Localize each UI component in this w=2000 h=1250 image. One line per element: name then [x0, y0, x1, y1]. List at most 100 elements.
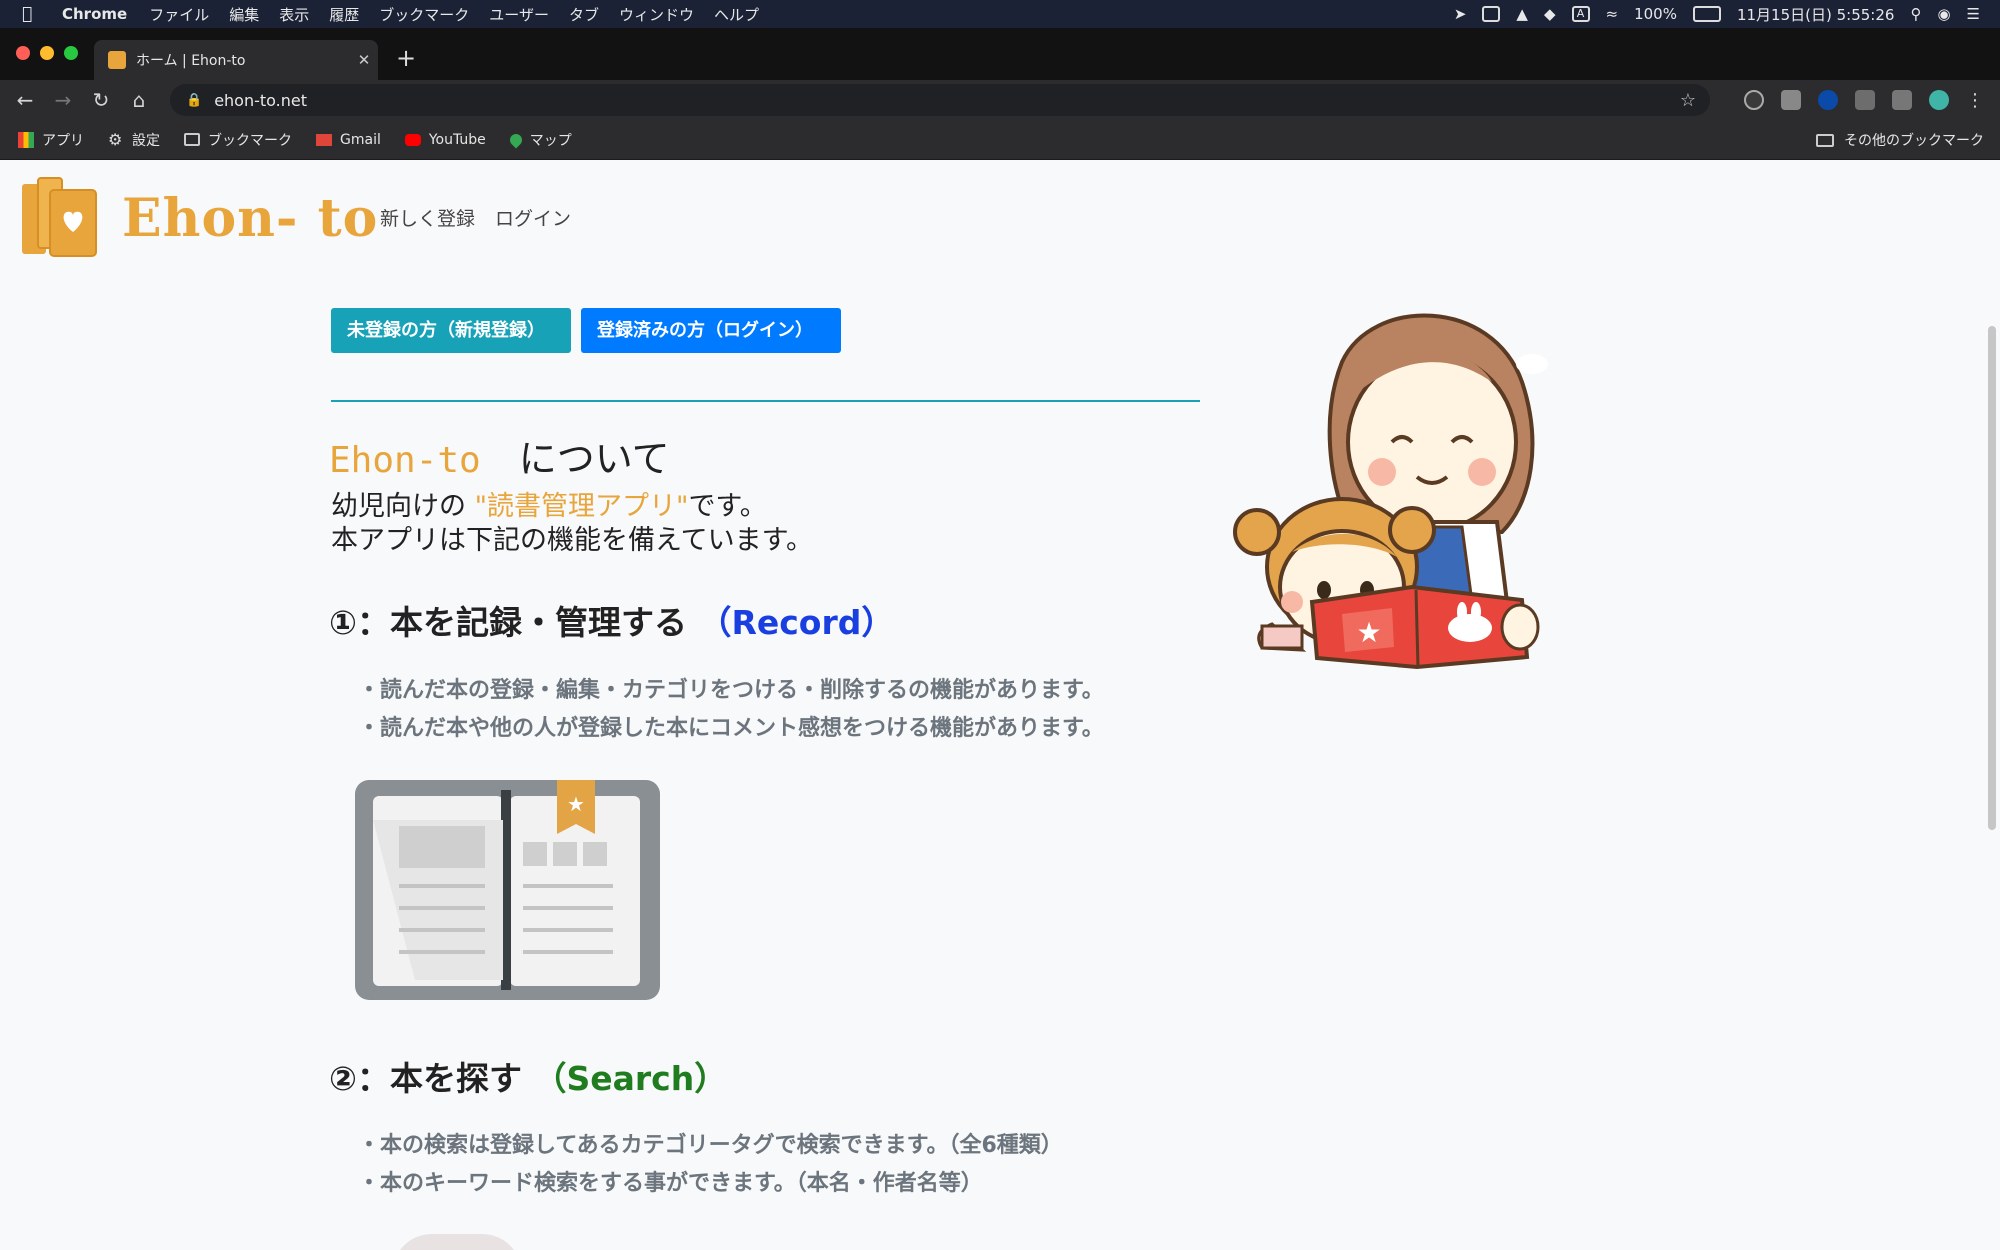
extensions-area: ⋮: [1744, 88, 1984, 112]
siri-icon[interactable]: ◉: [1937, 5, 1950, 23]
books-logo-icon: [22, 177, 97, 257]
home-icon[interactable]: ⌂: [126, 87, 152, 113]
login-button[interactable]: 登録済みの方（ログイン）: [581, 308, 841, 353]
menu-view[interactable]: 表示: [279, 4, 309, 25]
pocket-icon[interactable]: [1855, 90, 1875, 110]
macos-menu-bar:  Chrome ファイル 編集 表示 履歴 ブックマーク ユーザー タブ ウィ…: [0, 0, 2000, 28]
bookmark-label: ブックマーク: [208, 132, 292, 149]
page-scrollbar[interactable]: [1988, 326, 1996, 830]
zoom-window-button[interactable]: [64, 46, 78, 60]
svg-text:★: ★: [567, 792, 585, 816]
clock[interactable]: 11月15日(日) 5:55:26: [1737, 4, 1894, 25]
puzzle-extensions-icon[interactable]: [1892, 90, 1912, 110]
bookmark-label: Gmail: [340, 131, 381, 148]
gear-icon: ⚙: [108, 129, 123, 149]
bookmark-label: 設定: [132, 132, 160, 149]
reload-icon[interactable]: ↻: [88, 87, 114, 113]
about-brand: Ehon-to: [329, 440, 481, 481]
react-devtools-icon[interactable]: [1744, 90, 1764, 110]
bookmark-label: マップ: [529, 132, 572, 149]
open-book-illustration: ★: [355, 780, 660, 1000]
bookmark-maps[interactable]: マップ: [507, 130, 572, 150]
extension-icon[interactable]: [1781, 90, 1801, 110]
chrome-menu-icon[interactable]: ⋮: [1966, 90, 1984, 111]
bookmark-label: YouTube: [428, 131, 486, 148]
menu-help[interactable]: ヘルプ: [714, 4, 759, 25]
desc-line-2: 本アプリは下記の機能を備えています。: [331, 525, 813, 556]
video-icon[interactable]: [1482, 6, 1501, 22]
section-record-bullets: ・読んだ本の登録・編集・カテゴリをつける・削除するの機能があります。 ・読んだ本…: [358, 672, 1104, 748]
apps-grid-icon: [18, 131, 34, 148]
browser-toolbar: ← → ↻ ⌂ 🔒 ehon-to.net ☆ ⋮: [0, 80, 2000, 120]
app-menu-chrome[interactable]: Chrome: [62, 5, 127, 23]
bookmark-folder[interactable]: ブックマーク: [184, 130, 292, 150]
apple-icon[interactable]: : [22, 4, 44, 24]
app-description: 幼児向けの "読書管理アプリ"です。 本アプリは下記の機能を備えています。: [331, 490, 813, 558]
menu-bar-status: ➤ ▲ ◆ A ≈ 100% 11月15日(日) 5:55:26 ⚲ ◉ ☰: [1454, 0, 1980, 28]
notification-center-icon[interactable]: ☰: [1967, 5, 1980, 23]
nav-login-link[interactable]: ログイン: [495, 204, 571, 231]
url-text[interactable]: ehon-to.net: [214, 91, 307, 110]
section-record-title: ①：本を記録・管理する: [329, 603, 687, 642]
menu-user[interactable]: ユーザー: [489, 4, 549, 25]
close-window-button[interactable]: [16, 46, 30, 60]
bookmark-settings[interactable]: ⚙ 設定: [108, 130, 160, 150]
bookmark-star-icon[interactable]: ☆: [1680, 90, 1696, 111]
bookmark-label: アプリ: [42, 132, 84, 149]
close-tab-icon[interactable]: ✕: [350, 51, 378, 69]
youtube-icon: [404, 133, 421, 146]
tab-title: ホーム | Ehon-to: [136, 53, 246, 69]
bookmark-apps[interactable]: アプリ: [18, 130, 84, 150]
new-tab-button[interactable]: +: [392, 44, 420, 72]
back-arrow-icon[interactable]: ←: [12, 87, 38, 113]
bookmark-gmail[interactable]: Gmail: [316, 132, 381, 148]
section-record-en: （Record）: [698, 603, 895, 642]
bookmark-youtube[interactable]: YouTube: [404, 131, 486, 148]
location-icon[interactable]: ➤: [1454, 5, 1467, 23]
site-title[interactable]: Ehon- to: [122, 188, 378, 249]
section-search-en: （Search）: [533, 1059, 728, 1098]
extension-circle-icon[interactable]: [1818, 90, 1838, 110]
divider: [331, 400, 1200, 402]
address-bar[interactable]: 🔒 ehon-to.net ☆: [170, 84, 1710, 116]
browser-tab-active[interactable]: ホーム | Ehon-to ✕: [94, 40, 378, 80]
menu-history[interactable]: 履歴: [329, 4, 359, 25]
profile-avatar[interactable]: [1929, 90, 1949, 110]
folder-icon: [184, 133, 200, 146]
site-favicon-icon: [108, 51, 126, 69]
web-page: Ehon- to 新しく登録 ログイン 未登録の方（新規登録） 登録済みの方（ロ…: [0, 160, 2000, 1250]
other-bookmarks-label: その他のブックマーク: [1844, 133, 1984, 149]
mother-and-child-reading-illustration: ★: [1233, 313, 1548, 670]
lock-icon[interactable]: 🔒: [186, 93, 202, 108]
register-button[interactable]: 未登録の方（新規登録）: [331, 308, 571, 353]
spotlight-search-icon[interactable]: ⚲: [1910, 5, 1921, 23]
forward-arrow-icon[interactable]: →: [50, 87, 76, 113]
site-logo[interactable]: Ehon- to: [20, 176, 378, 260]
section-search-bullets: ・本の検索は登録してあるカテゴリータグで検索できます。（全6種類） ・本のキーワ…: [358, 1127, 1063, 1203]
menu-file[interactable]: ファイル: [149, 4, 209, 25]
about-heading-suffix: について: [518, 437, 670, 481]
battery-percent: 100%: [1634, 5, 1677, 23]
battery-icon[interactable]: [1692, 6, 1721, 22]
gmail-icon: [316, 133, 332, 146]
other-bookmarks[interactable]: その他のブックマーク: [1816, 130, 1984, 150]
section-record-heading: ①：本を記録・管理する （Record）: [329, 596, 894, 644]
header-nav: 新しく登録 ログイン: [380, 204, 571, 231]
list-item: ・読んだ本の登録・編集・カテゴリをつける・削除するの機能があります。: [358, 678, 1104, 703]
vpn-icon[interactable]: ◆: [1544, 5, 1556, 23]
desc-prefix: 幼児向けの: [331, 491, 466, 522]
input-method-icon[interactable]: A: [1571, 6, 1590, 22]
docker-icon[interactable]: ▲: [1516, 5, 1528, 23]
menu-window[interactable]: ウィンドウ: [619, 4, 694, 25]
window-controls: [16, 46, 78, 60]
list-item: ・読んだ本や他の人が登録した本にコメント感想をつける機能があります。: [358, 716, 1104, 741]
menu-edit[interactable]: 編集: [229, 4, 259, 25]
menu-bookmarks[interactable]: ブックマーク: [379, 4, 469, 25]
desc-suffix: です。: [688, 491, 767, 522]
minimize-window-button[interactable]: [40, 46, 54, 60]
section-search-heading: ②：本を探す （Search）: [329, 1052, 727, 1100]
menu-tab[interactable]: タブ: [569, 4, 599, 25]
svg-text:★: ★: [1356, 616, 1381, 649]
nav-signup-link[interactable]: 新しく登録: [380, 204, 475, 231]
wifi-icon[interactable]: ≈: [1606, 5, 1619, 23]
